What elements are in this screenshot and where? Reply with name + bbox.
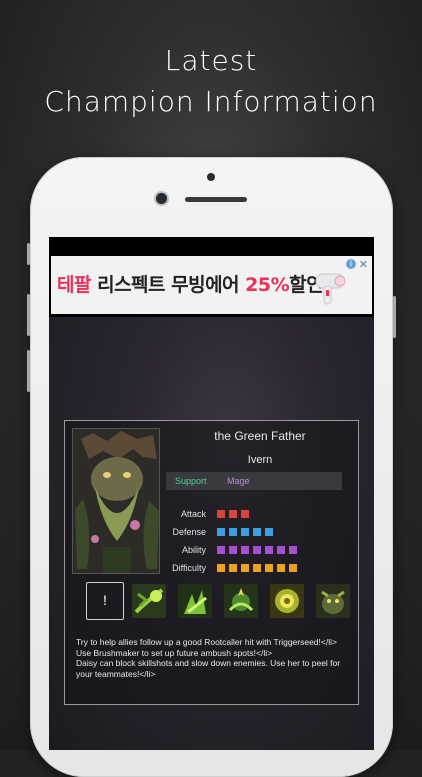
champion-portrait-art <box>73 429 159 573</box>
stat-ability-bar <box>217 546 297 555</box>
stat-square <box>277 564 285 572</box>
champion-tags: Support Mage <box>166 472 342 490</box>
stat-square <box>253 528 261 536</box>
champion-tips: Try to help allies follow up a good Root… <box>76 637 351 679</box>
ability-daisy-icon[interactable] <box>270 584 304 618</box>
stat-square <box>265 546 273 554</box>
stat-attack-label: Attack <box>180 509 206 519</box>
ability-triggerseed-icon[interactable] <box>224 584 258 618</box>
stat-square <box>265 564 273 572</box>
ad-text: 테팔 리스펙트 무빙에어 25%할인! <box>57 270 332 297</box>
tag-mage: Mage <box>227 476 250 486</box>
stat-square <box>289 546 297 554</box>
ad-info-icon[interactable]: i <box>346 259 356 269</box>
earpiece-speaker <box>185 197 247 202</box>
stat-square <box>217 528 225 536</box>
stat-square <box>241 564 249 572</box>
phone-power-button <box>393 296 396 338</box>
ability-brushmaker-icon[interactable] <box>178 584 212 618</box>
front-camera-icon <box>156 193 167 204</box>
headline-line-1: Latest <box>164 44 258 77</box>
ad-banner[interactable]: 테팔 리스펙트 무빙에어 25%할인! i ✕ <box>51 256 372 314</box>
passive-empty-button[interactable]: ! <box>86 582 124 620</box>
headline-line-2: Champion Information <box>44 85 378 118</box>
stat-square <box>217 510 225 518</box>
champion-title: the Green Father <box>214 429 306 443</box>
stat-difficulty-bar <box>217 564 297 573</box>
stat-square <box>253 546 261 554</box>
stat-square <box>277 546 285 554</box>
stat-square <box>265 528 273 536</box>
stat-square <box>229 546 237 554</box>
ad-brand: 테팔 <box>57 274 91 296</box>
stat-square <box>241 546 249 554</box>
stat-square <box>253 564 261 572</box>
champion-portrait <box>72 428 160 574</box>
stat-square <box>229 510 237 518</box>
stat-ability-label: Ability <box>181 545 206 555</box>
stat-square <box>241 510 249 518</box>
stat-square <box>289 564 297 572</box>
ad-discount: 25% <box>245 274 290 296</box>
stat-defense-label: Defense <box>172 527 206 537</box>
tip-item: Try to help allies follow up a good Root… <box>76 637 337 647</box>
tip-item: Daisy can block skillshots and slow down… <box>76 658 341 679</box>
stat-square <box>217 564 225 572</box>
ability-ultimate-icon[interactable] <box>316 584 350 618</box>
stat-defense-bar <box>217 528 273 537</box>
stat-square <box>217 546 225 554</box>
champion-name: Ivern <box>247 454 273 466</box>
tip-item: Use Brushmaker to set up future ambush s… <box>76 647 273 658</box>
stat-attack-bar <box>217 510 249 519</box>
champion-card: the Green Father Ivern Support Mage Atta… <box>64 420 359 705</box>
ad-close-icon[interactable]: ✕ <box>359 258 368 271</box>
headline: Latest Champion Information <box>0 40 422 122</box>
stat-difficulty-label: Difficulty <box>172 563 206 573</box>
tag-support: Support <box>175 476 207 486</box>
app-screen: 테팔 리스펙트 무빙에어 25%할인! i ✕ the Green Father… <box>49 237 374 750</box>
ability-rootcaller-icon[interactable] <box>132 584 166 618</box>
ability-icons: ! <box>86 582 350 620</box>
ad-main-text: 리스펙트 무빙에어 <box>90 274 246 296</box>
proximity-sensor <box>207 173 215 181</box>
stat-square <box>229 564 237 572</box>
hair-dryer-icon <box>315 273 346 305</box>
stat-square <box>241 528 249 536</box>
stat-square <box>229 528 237 536</box>
